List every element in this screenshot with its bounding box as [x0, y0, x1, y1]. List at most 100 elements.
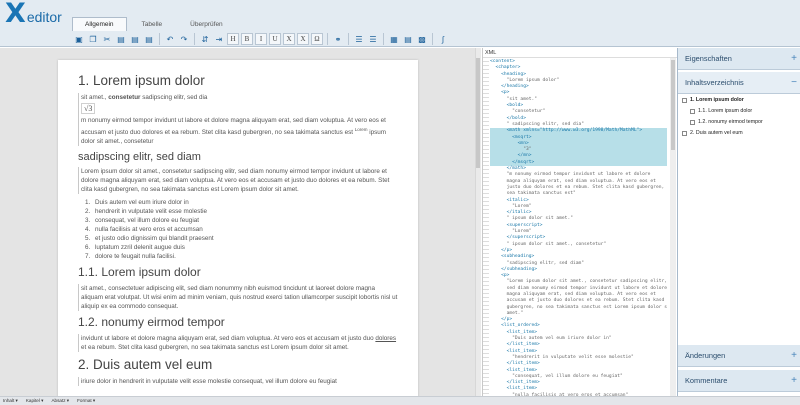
collapse-icon[interactable]: − [791, 72, 797, 94]
checkbox-icon [690, 109, 695, 114]
text-run: sit amet., [81, 94, 109, 101]
paragraph[interactable]: Lorem ipsum dolor sit amet., consetetur … [78, 167, 398, 195]
footer-paragraph-menu[interactable]: Absatz ▾ [51, 398, 69, 404]
footer-format-menu[interactable]: Format ▾ [77, 398, 95, 404]
paragraph[interactable]: sit amet., consectetuer adipiscing elit,… [78, 284, 398, 312]
expand-icon[interactable]: + [791, 370, 797, 392]
text-run: m nonumy eirmod tempor invidunt ut labor… [81, 117, 386, 137]
underlined-text: dolores [375, 335, 397, 343]
checkbox-icon [682, 98, 687, 103]
text-run: sadipscing elitr, sed dia [140, 94, 208, 101]
document-page[interactable]: 1. Lorem ipsum dolor sit amet., consetet… [58, 60, 418, 400]
changes-panel-header[interactable]: Änderungen + [678, 345, 800, 367]
toc-panel-header[interactable]: Inhaltsverzeichnis − [678, 72, 800, 94]
tab-allgemein[interactable]: Allgemein [72, 17, 127, 31]
paragraph[interactable]: invidunt ut labore et dolore magna aliqu… [78, 334, 398, 353]
xml-line[interactable]: gubergren, no sea takimata sanctus est L… [490, 305, 667, 311]
table-icon[interactable]: ▦ [388, 33, 400, 45]
toc-item[interactable]: 1. Lorem ipsum dolor [678, 95, 800, 106]
footer-chapter-menu[interactable]: Kapitel ▾ [26, 398, 44, 404]
toc-title: Inhaltsverzeichnis [685, 78, 744, 87]
text-run: invidunt ut labore et dolore magna aliqu… [81, 335, 376, 343]
toc-item[interactable]: 1.1. Lorem ipsum dolor [678, 106, 800, 117]
expand-icon[interactable]: + [791, 345, 797, 367]
toolbar: ▣ ❐ ✂ ▤ ▤ ▤ ↶ ↷ ⇵ ⇥ H B I U X X Ω ⚭ ☰ ☰ … [73, 32, 451, 46]
properties-title: Eigenschaften [685, 54, 732, 63]
underline-button[interactable]: U [269, 33, 281, 45]
paragraph[interactable]: sit amet., consetetur sadipscing elitr, … [78, 93, 398, 147]
toc-item-label: 1.2. nonumy eirmod tempor [698, 119, 763, 125]
subscript-button[interactable]: X [297, 33, 309, 45]
subheading[interactable]: sadipscing elitr, sed diam [78, 151, 418, 163]
heading-chapter-2[interactable]: 2. Duis autem vel eum [78, 357, 418, 372]
toc-item-label: 2. Duis autem vel eum [690, 130, 743, 136]
xml-source[interactable]: <content> <chapter> <heading> "Lorem ips… [489, 59, 667, 396]
tab-ueberpruefen[interactable]: Überprüfen [177, 17, 236, 31]
heading-section-1-1[interactable]: 1.1. Lorem ipsum dolor [78, 265, 418, 279]
superscript-text: Lorem [354, 127, 368, 132]
footer-content-menu[interactable]: Inhalt ▾ [3, 398, 18, 404]
xeditor-app: X editor Allgemein Tabelle Überprüfen ▣ … [0, 0, 800, 405]
list-item[interactable]: luptatum zzril delenit augue duis [92, 243, 418, 252]
bold-button[interactable]: B [241, 33, 253, 45]
toolbar-divider [383, 33, 384, 45]
list-item[interactable]: dolore te feugait nulla facilisi. [92, 252, 418, 261]
expand-icon[interactable]: + [791, 48, 797, 70]
toolbar-divider [194, 33, 195, 45]
table-rows-icon[interactable]: ▤ [402, 33, 414, 45]
ordered-list: Duis autem vel eum iriure dolor in hendr… [92, 198, 418, 261]
xml-line[interactable]: accusam et justo duo dolores et ea rebum… [490, 298, 667, 304]
toc-item[interactable]: 2. Duis autem vel eum [678, 128, 800, 139]
xml-line[interactable]: "m nonumy eirmod tempor invidunt ut labo… [490, 172, 667, 178]
unordered-list-icon[interactable]: ☰ [367, 33, 379, 45]
link-icon[interactable]: ⚭ [332, 33, 344, 45]
paste-icon[interactable]: ▤ [115, 33, 127, 45]
comments-panel-header[interactable]: Kommentare + [678, 370, 800, 392]
copy-icon[interactable]: ❐ [87, 33, 99, 45]
save-icon[interactable]: ▣ [73, 33, 85, 45]
toc-item[interactable]: 1.2. nonumy eirmod tempor [678, 117, 800, 128]
math-formula[interactable]: √3 [81, 103, 96, 114]
tab-tabelle[interactable]: Tabelle [129, 17, 176, 31]
ordered-list-icon[interactable]: ☰ [353, 33, 365, 45]
redo-icon[interactable]: ↷ [178, 33, 190, 45]
italic-button[interactable]: I [255, 33, 267, 45]
image-icon[interactable]: ▩ [416, 33, 428, 45]
toc-item-label: 1. Lorem ipsum dolor [690, 97, 744, 103]
status-bar: Inhalt ▾ Kapitel ▾ Absatz ▾ Format ▾ [0, 396, 800, 405]
list-item[interactable]: Duis autem vel eum iriure dolor in [92, 198, 418, 207]
heading-section-1-2[interactable]: 1.2. nonumy eirmod tempor [78, 315, 418, 329]
xml-panel: XML <content> <chapter> <heading> "Lorem… [482, 48, 677, 396]
toolbar-divider [432, 33, 433, 45]
xml-line[interactable]: "Lorem ipsum dolor sit amet., consetetur… [490, 279, 667, 285]
superscript-button[interactable]: X [283, 33, 295, 45]
indent-icon[interactable]: ⇥ [213, 33, 225, 45]
properties-panel-header[interactable]: Eigenschaften + [678, 48, 800, 70]
document-scrollbar-thumb[interactable] [476, 58, 480, 168]
formula-icon[interactable]: ∫ [437, 33, 449, 45]
xml-line[interactable]: <math xmlns="http://www.w3.org/1998/Math… [490, 128, 667, 135]
list-item[interactable]: nulla facilisis at vero eros et accumsan [92, 225, 418, 234]
xml-scrollbar-thumb[interactable] [671, 60, 675, 150]
list-item[interactable]: et justo odio dignissim qui blandit prae… [92, 234, 418, 243]
document-area: 1. Lorem ipsum dolor sit amet., consetet… [0, 48, 481, 400]
list-item[interactable]: consequat, vel illum dolore eu feugiat [92, 216, 418, 225]
paste-special-icon[interactable]: ▤ [143, 33, 155, 45]
move-paragraph-icon[interactable]: ⇵ [199, 33, 211, 45]
list-item[interactable]: hendrerit in vulputate velit esse molest… [92, 207, 418, 216]
xml-line[interactable]: magna aliquyam erat, sed diam voluptua. … [490, 179, 667, 185]
cut-icon[interactable]: ✂ [101, 33, 113, 45]
undo-icon[interactable]: ↶ [164, 33, 176, 45]
sidebar: Eigenschaften + Inhaltsverzeichnis − 1. Lo… [677, 48, 800, 396]
paragraph[interactable]: iriure dolor in hendrerit in vulputate v… [78, 377, 398, 387]
paste-text-icon[interactable]: ▤ [129, 33, 141, 45]
xml-panel-label: XML [483, 48, 677, 58]
text-run: et ea rebum. Stet clita kasd gubergren, … [81, 344, 349, 352]
checkbox-icon [682, 131, 687, 136]
heading-chapter-1[interactable]: 1. Lorem ipsum dolor [78, 73, 418, 88]
special-character-button[interactable]: Ω [311, 33, 323, 45]
heading-button[interactable]: H [227, 33, 239, 45]
changes-title: Änderungen [685, 351, 726, 360]
toolbar-divider [159, 33, 160, 45]
app-logo: X editor [5, 0, 62, 27]
